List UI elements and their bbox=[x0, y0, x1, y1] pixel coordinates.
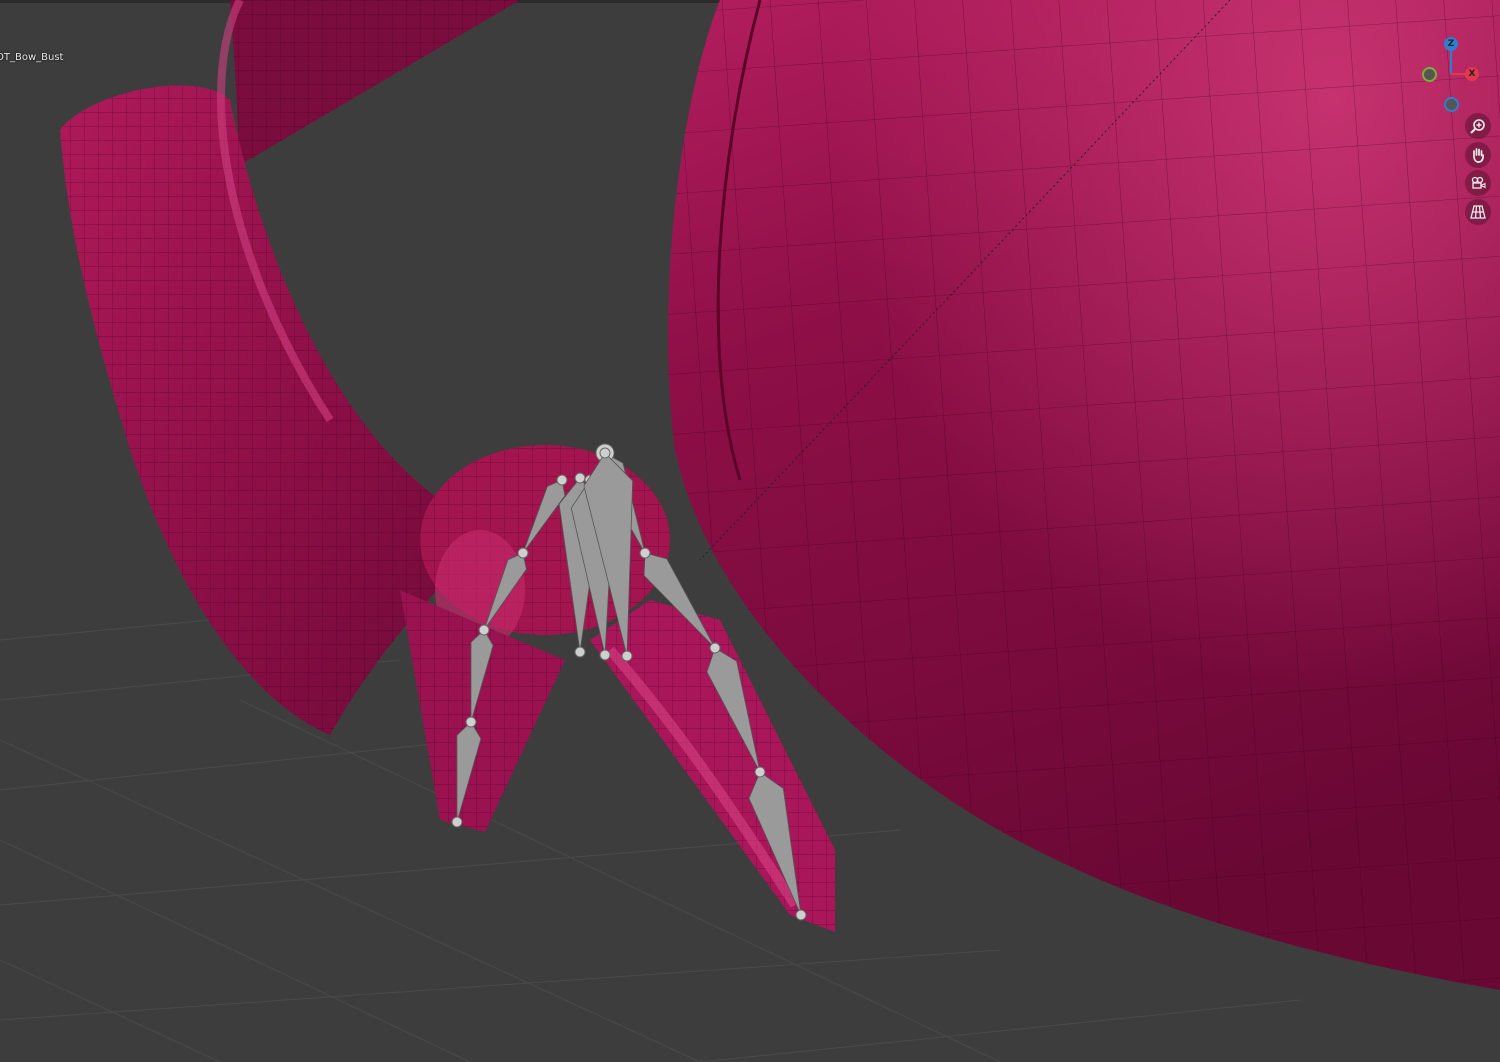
bone-joint[interactable] bbox=[465, 716, 477, 728]
3d-viewport[interactable]: OT_Bow_Bust Z X bbox=[0, 0, 1500, 1062]
bone-joint[interactable] bbox=[599, 649, 611, 661]
gizmo-neg-z-axis[interactable] bbox=[1444, 97, 1459, 112]
gizmo-neg-y-axis[interactable] bbox=[1422, 67, 1437, 82]
bone-joint[interactable] bbox=[574, 472, 586, 484]
bone-joint[interactable] bbox=[451, 816, 463, 828]
bone-joint[interactable] bbox=[599, 447, 611, 459]
bone-joint[interactable] bbox=[795, 909, 807, 921]
bone-joint[interactable] bbox=[709, 642, 721, 654]
grid-icon bbox=[1470, 205, 1486, 219]
camera-view-button[interactable] bbox=[1465, 170, 1491, 196]
gizmo-z-axis[interactable]: Z bbox=[1444, 37, 1458, 51]
zoom-button[interactable] bbox=[1465, 113, 1491, 139]
gizmo-x-axis[interactable]: X bbox=[1465, 67, 1479, 81]
viewport-scene[interactable] bbox=[0, 0, 1500, 1062]
hand-icon bbox=[1473, 148, 1484, 163]
magnifier-plus-icon bbox=[1470, 119, 1485, 134]
bone-joint[interactable] bbox=[517, 547, 529, 559]
bone-joint[interactable] bbox=[621, 650, 633, 662]
pan-button[interactable] bbox=[1465, 142, 1491, 168]
bone-joint[interactable] bbox=[556, 474, 568, 486]
bone-joint[interactable] bbox=[574, 646, 586, 658]
bone-joint[interactable] bbox=[478, 624, 490, 636]
bone-joint[interactable] bbox=[639, 547, 651, 559]
perspective-toggle-button[interactable] bbox=[1465, 199, 1491, 225]
camera-icon bbox=[1471, 176, 1486, 189]
bone-joint[interactable] bbox=[754, 766, 766, 778]
object-name-label: OT_Bow_Bust bbox=[0, 52, 64, 63]
